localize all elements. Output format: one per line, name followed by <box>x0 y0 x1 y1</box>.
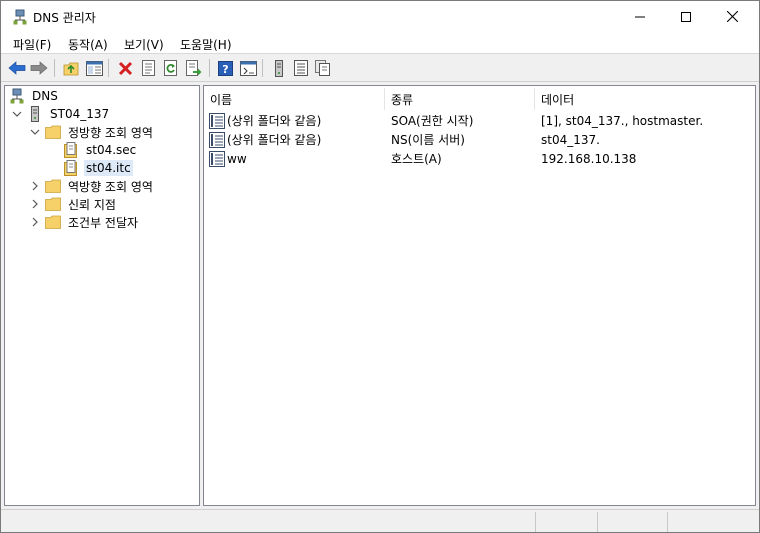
record-data: 192.168.10.138 <box>541 151 637 166</box>
close-button[interactable] <box>709 1 755 32</box>
tree-node-forward-zones[interactable]: 정방향 조회 영역 <box>29 123 155 141</box>
back-arrow-icon[interactable] <box>7 58 27 78</box>
dns-icon <box>9 88 25 104</box>
table-row[interactable]: (상위 폴더와 같음) NS(이름 서버) st04_137. <box>204 130 754 149</box>
export-list-icon[interactable] <box>184 58 204 78</box>
record-icon <box>209 112 225 129</box>
table-row[interactable]: (상위 폴더와 같음) SOA(권한 시작) [1], st04_137., h… <box>204 111 754 130</box>
status-segment <box>667 512 757 532</box>
record-name: (상위 폴더와 같음) <box>227 114 322 128</box>
status-segment <box>597 512 667 532</box>
record-icon <box>209 150 225 167</box>
records-list-pane[interactable]: 이름 종류 데이터 (상위 폴더와 같음) SOA(권한 시작) [1], st… <box>203 85 756 506</box>
tree-label-zone-selected: st04.itc <box>84 160 133 176</box>
record-icon <box>209 131 225 148</box>
record-data: st04_137. <box>541 132 600 147</box>
folder-icon <box>45 178 61 194</box>
chevron-right-icon[interactable] <box>29 198 41 210</box>
chevron-right-icon[interactable] <box>29 180 41 192</box>
console-tree-pane[interactable]: DNS ST04_137 정방향 조회 영역 st04.sec st04.itc… <box>4 85 200 506</box>
forward-arrow-icon[interactable] <box>29 58 49 78</box>
dns-app-icon <box>13 9 27 25</box>
record-type: NS(이름 서버) <box>391 133 465 147</box>
toolbar-separator <box>209 59 210 77</box>
status-segment <box>535 512 597 532</box>
delete-icon[interactable] <box>115 58 135 78</box>
tree-label-reverse-zones: 역방향 조회 영역 <box>68 179 153 194</box>
record-name: (상위 폴더와 같음) <box>227 133 322 147</box>
window-title: DNS 관리자 <box>33 11 96 25</box>
server-icon[interactable] <box>269 58 289 78</box>
title-bar[interactable]: DNS 관리자 <box>1 1 759 32</box>
record-type: SOA(권한 시작) <box>391 114 474 128</box>
column-header-type[interactable]: 종류 <box>385 88 535 110</box>
status-bar <box>1 509 759 532</box>
refresh-icon[interactable] <box>161 58 181 78</box>
menu-view[interactable]: 보기(V) <box>124 36 164 53</box>
tree-label-trust-points: 신뢰 지점 <box>68 197 116 212</box>
record-data: [1], st04_137., hostmaster. <box>541 113 704 128</box>
folder-icon <box>45 124 61 140</box>
table-row[interactable]: ww 호스트(A) 192.168.10.138 <box>204 149 754 168</box>
maximize-button[interactable] <box>663 1 709 32</box>
tree-node-server[interactable]: ST04_137 <box>11 105 111 123</box>
folder-icon <box>45 214 61 230</box>
column-header-name[interactable]: 이름 <box>204 88 385 110</box>
tree-label-forward-zones: 정방향 조회 영역 <box>68 125 153 140</box>
help-icon[interactable]: ? <box>215 58 235 78</box>
menu-action[interactable]: 동작(A) <box>68 36 108 53</box>
toolbar-separator <box>108 59 109 77</box>
chevron-right-icon[interactable] <box>29 216 41 228</box>
folder-icon <box>45 196 61 212</box>
records-icon[interactable] <box>291 58 311 78</box>
chevron-down-icon[interactable] <box>11 108 23 120</box>
tree-node-dns[interactable]: DNS <box>9 87 60 105</box>
record-type: 호스트(A) <box>391 152 442 166</box>
column-header-data[interactable]: 데이터 <box>535 88 754 110</box>
record-name: ww <box>227 151 247 166</box>
toolbar: ? <box>1 55 759 82</box>
tree-label-conditional-forwarders: 조건부 전달자 <box>68 215 139 230</box>
tree-node-trust-points[interactable]: 신뢰 지점 <box>29 195 118 213</box>
show-console-icon[interactable] <box>238 58 258 78</box>
menu-bar: 파일(F) 동작(A) 보기(V) 도움말(H) <box>1 32 759 54</box>
copy-icon[interactable] <box>313 58 333 78</box>
dns-manager-window: DNS 관리자 파일(F) 동작(A) 보기(V) 도움말(H) ? DNS S… <box>0 0 760 533</box>
properties-icon[interactable] <box>138 58 158 78</box>
tree-node-conditional-forwarders[interactable]: 조건부 전달자 <box>29 213 140 231</box>
toolbar-separator <box>262 59 263 77</box>
tree-label-dns: DNS <box>32 89 58 103</box>
name-cell: (상위 폴더와 같음) <box>209 130 321 149</box>
tree-node-zone-itc[interactable]: st04.itc <box>63 159 133 177</box>
minimize-button[interactable] <box>617 1 663 32</box>
svg-text:?: ? <box>222 63 228 76</box>
tree-node-zone-sec[interactable]: st04.sec <box>63 141 138 159</box>
toolbar-separator <box>54 59 55 77</box>
show-hide-tree-icon[interactable] <box>84 58 104 78</box>
server-icon <box>27 106 43 122</box>
name-cell: ww <box>209 149 247 168</box>
tree-label-zone: st04.sec <box>86 143 137 157</box>
menu-file[interactable]: 파일(F) <box>13 36 51 53</box>
zone-file-icon <box>63 160 79 176</box>
name-cell: (상위 폴더와 같음) <box>209 111 321 130</box>
tree-node-reverse-zones[interactable]: 역방향 조회 영역 <box>29 177 155 195</box>
up-folder-icon[interactable] <box>61 58 81 78</box>
menu-help[interactable]: 도움말(H) <box>180 36 232 53</box>
zone-file-icon <box>63 142 79 158</box>
tree-label-server: ST04_137 <box>50 107 110 121</box>
chevron-down-icon[interactable] <box>29 126 41 138</box>
